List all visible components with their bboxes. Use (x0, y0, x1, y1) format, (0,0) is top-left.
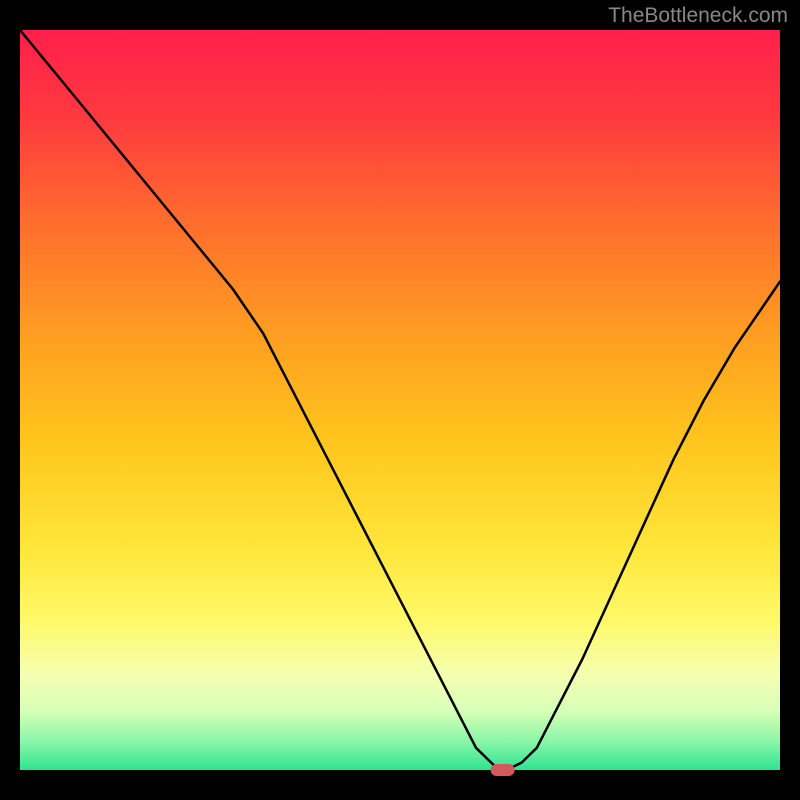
watermark-label: TheBottleneck.com (608, 4, 788, 28)
plot-area (20, 30, 780, 770)
bottleneck-chart (0, 0, 800, 800)
chart-frame: TheBottleneck.com (0, 0, 800, 800)
optimal-point-marker (491, 764, 515, 776)
